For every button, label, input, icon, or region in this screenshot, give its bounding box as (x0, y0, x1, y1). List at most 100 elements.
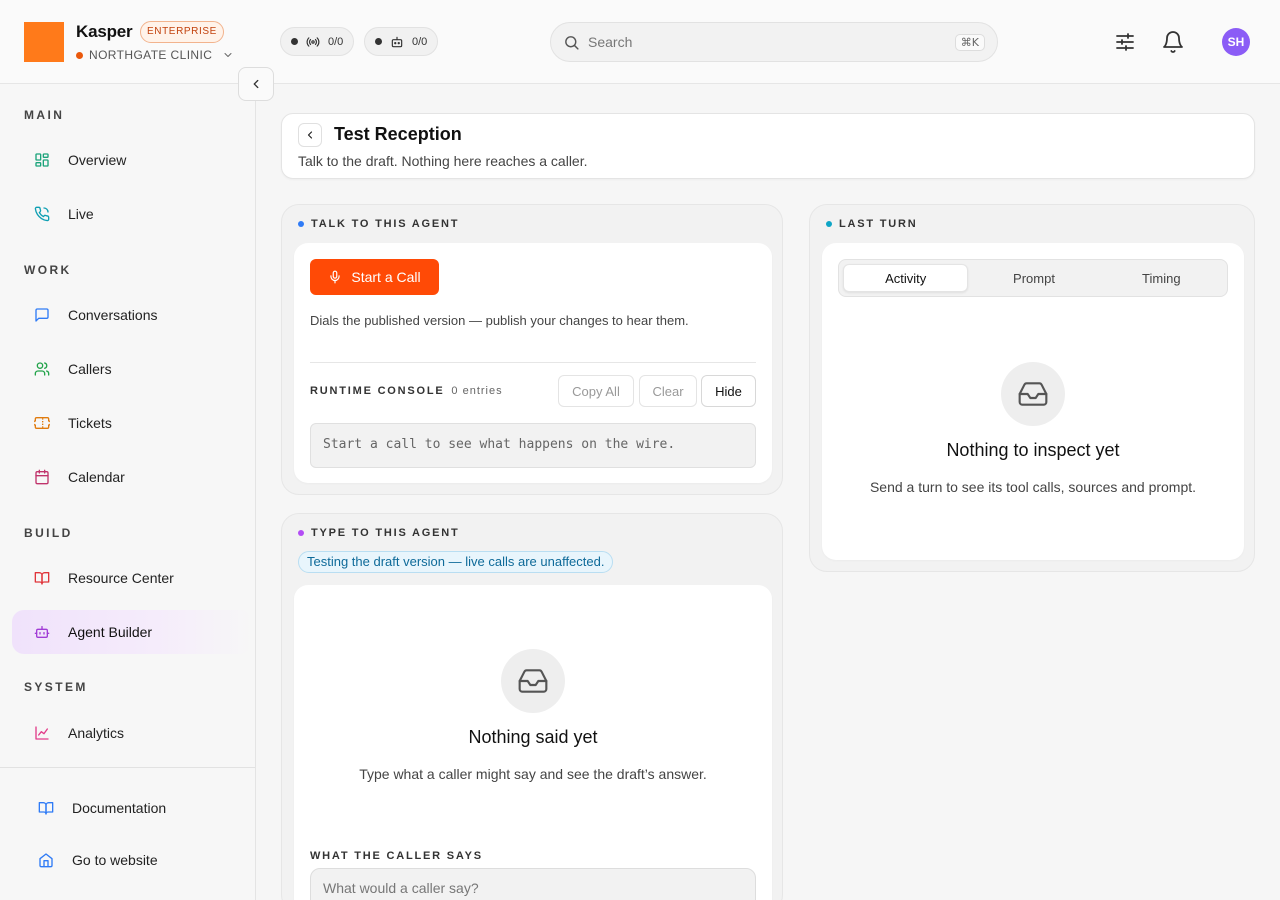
talk-panel-label: TALK TO THIS AGENT (298, 218, 459, 230)
sidebar-item-label: Go to website (72, 852, 158, 868)
empty-state-subtitle: Send a turn to see its tool calls, sourc… (869, 479, 1197, 495)
page-subtitle: Talk to the draft. Nothing here reaches … (298, 153, 588, 169)
sidebar-item-label: Conversations (68, 307, 158, 323)
microphone-icon (330, 270, 341, 284)
sidebar-item-label: Analytics (68, 725, 125, 741)
inspector-tabs: Activity Prompt Timing (838, 259, 1228, 297)
chart-icon (35, 726, 49, 740)
section-label-main: MAIN (24, 108, 65, 122)
collapse-sidebar-button[interactable] (238, 67, 274, 101)
book-open-icon (38, 802, 54, 815)
sidebar-item-resource-center[interactable]: Resource Center (12, 556, 252, 600)
dashboard-icon (35, 153, 49, 167)
sidebar-item-label: Documentation (72, 800, 167, 816)
tab-timing[interactable]: Timing (1100, 264, 1223, 292)
talk-panel: TALK TO THIS AGENT Start a Call Dials th… (281, 204, 783, 495)
section-label-build: BUILD (24, 526, 73, 540)
section-label-system: SYSTEM (24, 680, 88, 694)
bot-icon (34, 626, 50, 638)
sidebar-item-agent-builder[interactable]: Agent Builder (12, 610, 252, 654)
empty-state-icon (1001, 362, 1065, 426)
panel-title: TALK TO THIS AGENT (311, 218, 460, 230)
section-label-work: WORK (24, 263, 72, 277)
type-panel: TYPE TO THIS AGENT Testing the draft ver… (281, 513, 783, 900)
sidebar-item-live[interactable]: Live (12, 192, 252, 236)
plan-badge: ENTERPRISE (140, 21, 224, 43)
bell-icon[interactable] (1161, 30, 1185, 54)
sidebar-item-tickets[interactable]: Tickets (12, 401, 252, 445)
last-turn-panel: LAST TURN Activity Prompt Timing Nothing… (809, 204, 1255, 572)
search-icon (565, 35, 579, 50)
sidebar-item-documentation[interactable]: Documentation (12, 786, 252, 830)
clear-button[interactable]: Clear (639, 375, 697, 407)
user-avatar[interactable]: SH (1222, 28, 1250, 56)
ticket-icon (34, 417, 50, 429)
copy-all-button[interactable]: Copy All (558, 375, 634, 407)
divider (310, 362, 756, 363)
sidebar-item-label: Callers (68, 361, 112, 377)
bot-agents-pill[interactable]: 0/0 (364, 27, 439, 56)
status-dot (826, 221, 832, 227)
sidebar-item-go-to-website[interactable]: Go to website (12, 838, 252, 882)
inbox-icon (518, 669, 548, 693)
search-shortcut: ⌘K (954, 33, 985, 51)
sidebar-item-label: Overview (68, 152, 127, 168)
sidebar-item-label: Live (68, 206, 94, 222)
inbox-icon (1018, 382, 1048, 406)
sidebar-item-label: Agent Builder (68, 624, 153, 640)
caller-input-label: WHAT THE CALLER SAYS (310, 850, 483, 862)
call-note: Dials the published version — publish yo… (310, 313, 689, 328)
search-bar[interactable]: ⌘K (550, 22, 998, 62)
draft-notice-badge: Testing the draft version — live calls a… (298, 551, 614, 573)
sidebar: MAIN Overview Live WORK Conversations Ca… (0, 84, 256, 900)
chevron-down-icon (224, 53, 232, 57)
book-icon (34, 572, 50, 585)
type-panel-label: TYPE TO THIS AGENT (298, 527, 460, 539)
back-button[interactable] (298, 123, 322, 147)
panel-title: LAST TURN (839, 218, 918, 230)
start-call-label: Start a Call (351, 269, 421, 285)
settings-sliders-icon[interactable] (1113, 30, 1137, 54)
last-turn-panel-label: LAST TURN (826, 218, 918, 230)
sidebar-item-label: Tickets (68, 415, 112, 431)
empty-state-title: Nothing to inspect yet (946, 440, 1120, 460)
sidebar-item-overview[interactable]: Overview (12, 138, 252, 182)
hide-button[interactable]: Hide (701, 375, 756, 407)
empty-state-icon (501, 649, 565, 713)
phone-icon (34, 206, 50, 222)
caller-message-input[interactable] (310, 868, 756, 900)
panel-title: TYPE TO THIS AGENT (311, 527, 460, 539)
console-count: 0 entries (451, 385, 503, 397)
tab-activity[interactable]: Activity (843, 264, 969, 292)
sidebar-item-label: Resource Center (68, 570, 174, 586)
voice-agents-pill[interactable]: 0/0 (280, 27, 355, 56)
org-switcher[interactable]: NORTHGATE CLINIC (76, 47, 234, 63)
bot-count: 0/0 (412, 35, 428, 48)
sidebar-item-calendar[interactable]: Calendar (12, 455, 252, 499)
antenna-icon (306, 36, 320, 47)
status-dot (375, 38, 382, 45)
sidebar-item-conversations[interactable]: Conversations (12, 293, 252, 337)
search-input[interactable] (588, 34, 947, 50)
chevron-left-icon (307, 131, 313, 139)
status-dot (291, 38, 298, 45)
start-call-button[interactable]: Start a Call (310, 259, 439, 295)
top-bar: Kasper ENTERPRISE NORTHGATE CLINIC 0/0 0… (0, 0, 1280, 84)
logo[interactable] (24, 22, 64, 62)
chat-card: Nothing said yet Type what a caller migh… (294, 585, 772, 900)
home-icon (39, 853, 53, 868)
runtime-console: Start a call to see what happens on the … (310, 423, 756, 468)
voice-count: 0/0 (328, 35, 344, 48)
bot-icon (391, 36, 403, 47)
page-header: Test Reception Talk to the draft. Nothin… (281, 113, 1255, 179)
sidebar-item-analytics[interactable]: Analytics (12, 711, 252, 755)
console-title: RUNTIME CONSOLE (310, 385, 445, 397)
chat-icon (35, 308, 49, 322)
calendar-icon (35, 469, 49, 485)
runtime-console-label: RUNTIME CONSOLE 0 entries (310, 385, 503, 397)
sidebar-item-callers[interactable]: Callers (12, 347, 252, 391)
sidebar-divider (0, 767, 255, 768)
inspector-card: Activity Prompt Timing Nothing to inspec… (822, 243, 1244, 560)
org-status-dot (76, 51, 83, 59)
tab-prompt[interactable]: Prompt (972, 264, 1095, 292)
